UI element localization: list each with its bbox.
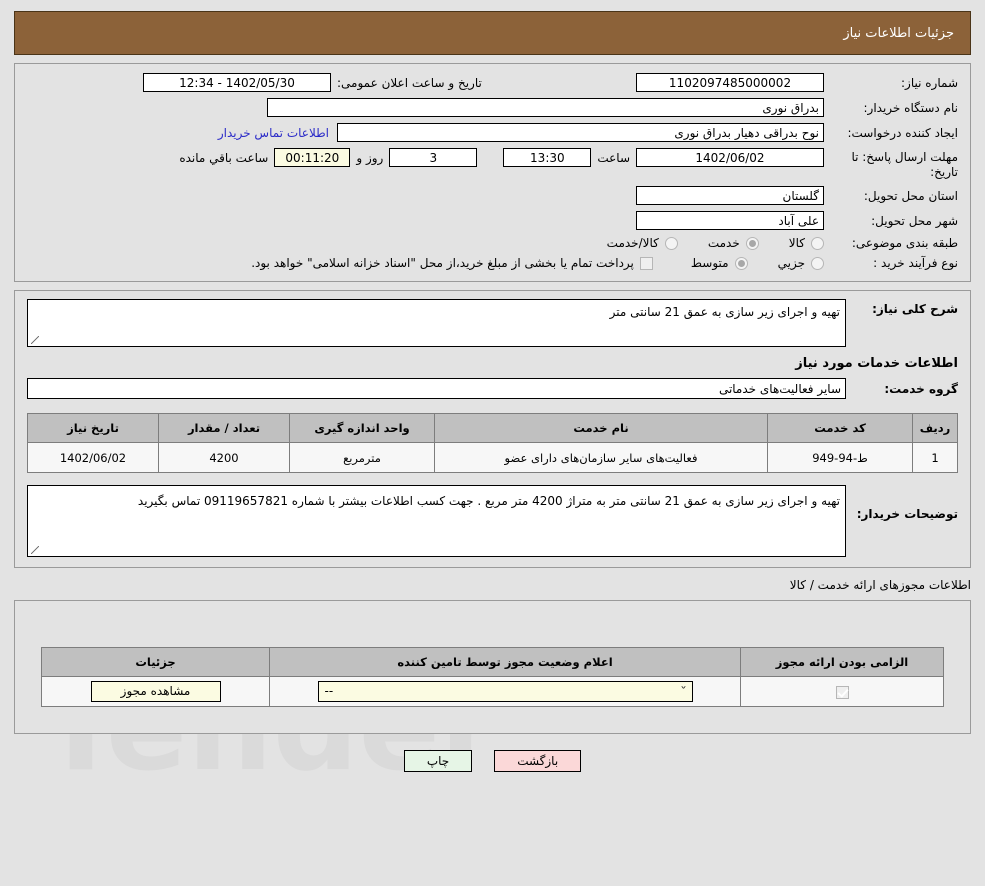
row-city: شهر محل تحویل: علی آباد	[15, 208, 970, 233]
purchase-option-label: متوسط	[690, 256, 729, 270]
deadline-countdown-field[interactable]: 00:11:20	[274, 148, 351, 167]
request-creator-field[interactable]: نوح بدراقی دهیار بدراق نوری	[337, 123, 824, 142]
radio-icon[interactable]	[664, 236, 678, 250]
purchase-option-label: جزیي	[777, 256, 805, 270]
category-option-label: خدمت	[707, 236, 740, 250]
purchase-type-radio-group: جزیي متوسط پرداخت تمام یا بخشی از مبلغ خ…	[245, 256, 824, 270]
deadline-values: 1402/06/02 ساعت 13:30 3 روز و 00:11:20 س…	[173, 148, 824, 167]
cell-service-name: فعالیت‌های سایر سازمان‌های دارای عضو	[434, 442, 768, 473]
need-details-panel: شرح کلی نیاز: تهیه و اجرای زیر سازی به ع…	[14, 290, 971, 568]
row-need-description: شرح کلی نیاز: تهیه و اجرای زیر سازی به ع…	[27, 299, 958, 347]
cell-license-status: ˅ --	[269, 676, 741, 707]
need-number-field[interactable]: 1102097485000002	[636, 73, 824, 92]
col-row: ردیف	[912, 413, 958, 443]
category-option-label: کالا	[788, 236, 805, 250]
province-label: استان محل تحویل:	[863, 188, 958, 203]
buyer-notes-label: توضیحات خریدار:	[856, 507, 958, 521]
purchase-radio-jozei[interactable]: جزیي	[778, 256, 824, 270]
request-creator-label: ایجاد کننده درخواست:	[847, 125, 958, 140]
col-license-details: جزئیات	[41, 647, 270, 677]
row-buyer-notes: توضیحات خریدار: تهیه و اجرای زیر سازی به…	[27, 485, 958, 557]
deadline-time-label: ساعت	[597, 150, 630, 165]
service-group-field[interactable]: سایر فعالیت‌های خدماتی	[27, 378, 846, 399]
deadline-days-label: روز و	[356, 150, 384, 165]
col-unit: واحد اندازه گیری	[289, 413, 435, 443]
cell-unit: مترمربع	[289, 442, 435, 473]
services-section-title: اطلاعات خدمات مورد نیاز	[795, 356, 958, 371]
need-summary-panel: شماره نیاز: 1102097485000002 تاریخ و ساع…	[14, 63, 971, 282]
licenses-header-row: الزامی بودن ارائه مجوز اعلام وضعیت مجوز …	[41, 647, 944, 677]
buyer-org-field[interactable]: بدراق نوری	[267, 98, 824, 117]
deadline-label: مهلت ارسال پاسخ: تا تاریخ:	[851, 150, 958, 179]
purchase-type-label: نوع فرآیند خرید :	[873, 256, 958, 270]
radio-selected-icon[interactable]	[734, 256, 748, 270]
public-announce-field[interactable]: 1402/05/30 - 12:34	[143, 73, 331, 92]
view-license-button[interactable]: مشاهده مجوز	[90, 681, 221, 702]
col-license-required: الزامی بودن ارائه مجوز	[740, 647, 944, 677]
cell-row: 1	[912, 442, 958, 473]
category-radio-group: کالا خدمت کالا/خدمت	[577, 236, 824, 250]
cell-license-details: مشاهده مجوز	[41, 676, 270, 707]
category-radio-khedmat[interactable]: خدمت	[708, 236, 759, 250]
cell-service-code: ط-94-949	[767, 442, 913, 473]
col-service-name: نام خدمت	[434, 413, 768, 443]
col-need-date: تاریخ نیاز	[27, 413, 159, 443]
license-status-value: --	[324, 684, 334, 698]
cell-license-required	[740, 676, 944, 707]
page-header: جزئیات اطلاعات نیاز	[14, 11, 971, 55]
deadline-countdown-label: ساعت باقي مانده	[179, 150, 269, 165]
city-label: شهر محل تحویل:	[871, 213, 958, 228]
footer-actions: بازگشت چاپ	[0, 750, 985, 772]
cell-need-date: 1402/06/02	[27, 442, 159, 473]
category-radio-kala-khedmat[interactable]: کالا/خدمت	[607, 236, 678, 250]
licenses-row: ˅ -- مشاهده مجوز	[41, 676, 944, 707]
licenses-panel: الزامی بودن ارائه مجوز اعلام وضعیت مجوز …	[14, 600, 971, 734]
table-header-row: ردیف کد خدمت نام خدمت واحد اندازه گیری ت…	[27, 413, 958, 443]
licenses-table: الزامی بودن ارائه مجوز اعلام وضعیت مجوز …	[41, 647, 944, 707]
service-table: ردیف کد خدمت نام خدمت واحد اندازه گیری ت…	[27, 413, 958, 473]
chevron-down-icon: ˅	[679, 686, 687, 697]
row-purchase-type: نوع فرآیند خرید : جزیي متوسط پرداخت تمام…	[15, 253, 970, 273]
need-description-label: شرح کلی نیاز:	[872, 302, 958, 316]
buyer-contact-link[interactable]: اطلاعات تماس خریدار	[218, 126, 329, 140]
col-service-code: کد خدمت	[767, 413, 913, 443]
row-buyer-org: نام دستگاه خریدار: بدراق نوری	[15, 95, 970, 120]
back-button[interactable]: بازگشت	[494, 750, 582, 772]
license-status-select[interactable]: ˅ --	[317, 681, 693, 702]
print-button[interactable]: چاپ	[403, 750, 473, 772]
cell-quantity: 4200	[158, 442, 290, 473]
public-announce-label: تاریخ و ساعت اعلان عمومی:	[337, 75, 482, 90]
page-title: جزئیات اطلاعات نیاز	[843, 25, 954, 41]
service-group-label: گروه خدمت:	[884, 381, 958, 396]
treasury-bonds-note: پرداخت تمام یا بخشی از مبلغ خرید،از محل …	[251, 256, 634, 270]
row-need-number: شماره نیاز: 1102097485000002 تاریخ و ساع…	[15, 70, 970, 95]
radio-icon[interactable]	[811, 256, 824, 270]
row-deadline: مهلت ارسال پاسخ: تا تاریخ: 1402/06/02 سا…	[15, 145, 970, 183]
deadline-time-field[interactable]: 13:30	[503, 148, 592, 167]
deadline-days-field[interactable]: 3	[389, 148, 478, 167]
need-description-textarea[interactable]: تهیه و اجرای زیر سازی به عمق 21 سانتی مت…	[27, 299, 846, 347]
licenses-caption: اطلاعات مجوزهای ارائه خدمت / کالا	[789, 578, 971, 592]
province-field[interactable]: گلستان	[636, 186, 824, 205]
row-request-creator: ایجاد کننده درخواست: نوح بدراقی دهیار بد…	[15, 120, 970, 145]
col-quantity: تعداد / مقدار	[158, 413, 290, 443]
need-number-label: شماره نیاز:	[901, 75, 958, 90]
radio-selected-icon[interactable]	[745, 236, 759, 250]
category-label: طبقه بندی موضوعی:	[851, 236, 958, 250]
row-service-group: گروه خدمت: سایر فعالیت‌های خدماتی	[27, 378, 958, 399]
buyer-notes-textarea[interactable]: تهیه و اجرای زیر سازی به عمق 21 سانتی مت…	[27, 485, 846, 557]
col-license-status: اعلام وضعیت مجوز توسط تامین کننده	[269, 647, 741, 677]
row-category: طبقه بندی موضوعی: کالا خدمت کالا/خدمت	[15, 233, 970, 253]
radio-icon[interactable]	[811, 236, 824, 250]
row-province: استان محل تحویل: گلستان	[15, 183, 970, 208]
category-radio-kala[interactable]: کالا	[789, 236, 824, 250]
category-option-label: کالا/خدمت	[606, 236, 659, 250]
purchase-radio-motevaset[interactable]: متوسط	[691, 256, 748, 270]
buyer-org-label: نام دستگاه خریدار:	[863, 100, 959, 115]
license-required-checkbox	[835, 685, 849, 699]
deadline-date-field[interactable]: 1402/06/02	[636, 148, 824, 167]
city-field[interactable]: علی آباد	[636, 211, 824, 230]
treasury-bonds-checkbox[interactable]	[639, 256, 653, 270]
table-row: 1 ط-94-949 فعالیت‌های سایر سازمان‌های دا…	[27, 442, 958, 473]
